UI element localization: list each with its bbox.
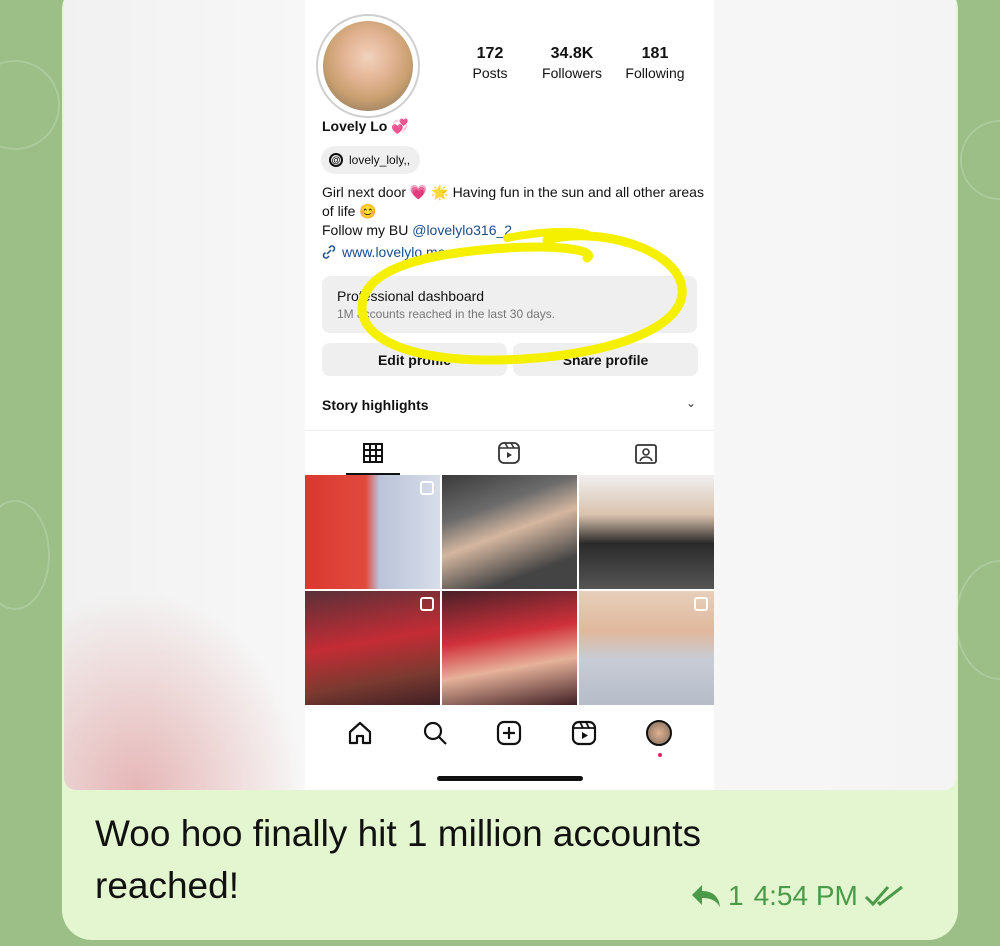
- post-grid: [305, 475, 714, 705]
- tagged-icon: [634, 444, 657, 464]
- background-doodle: [0, 500, 50, 610]
- home-icon: [349, 721, 372, 744]
- stat-label: Following: [625, 65, 685, 81]
- reels-nav-icon: [571, 720, 597, 745]
- instagram-profile-screenshot: 172 Posts 34.8K Followers 181 Following …: [305, 0, 714, 790]
- heart-emoji: 💞: [391, 118, 409, 134]
- post-thumbnail: [305, 475, 440, 589]
- reel-badge-icon: [420, 481, 434, 495]
- profile-name-text: Lovely Lo: [322, 118, 388, 134]
- notification-dot: [657, 752, 662, 757]
- threads-icon: @: [329, 153, 343, 167]
- post-thumbnail: [305, 591, 440, 705]
- reel-badge-icon: [694, 597, 708, 611]
- post-thumbnail: [579, 475, 714, 589]
- profile-bio: Girl next door 💗 🌟 Having fun in the sun…: [322, 183, 707, 240]
- edit-profile-button: Edit profile: [322, 343, 507, 376]
- stat-posts: 172 Posts: [465, 45, 515, 81]
- stat-followers: 34.8K Followers: [537, 45, 607, 81]
- dashboard-subtitle: 1M accounts reached in the last 30 days.: [337, 307, 556, 321]
- screenshot-image[interactable]: 172 Posts 34.8K Followers 181 Following …: [64, 0, 956, 790]
- tab-reels: [441, 431, 577, 475]
- profile-avatar: [316, 14, 420, 118]
- background-doodle: [955, 560, 1000, 680]
- home-indicator: [437, 776, 583, 781]
- tab-tagged: [578, 431, 714, 475]
- reply-count: 1: [728, 880, 744, 911]
- post-thumbnail: [442, 475, 577, 589]
- profile-tabs: [305, 430, 714, 475]
- stat-label: Followers: [542, 65, 602, 81]
- message-meta: 1 4:54 PM: [690, 880, 906, 912]
- photo-blur: [64, 590, 304, 790]
- avatar-photo: [323, 21, 413, 111]
- stat-label: Posts: [472, 65, 508, 81]
- bio-line: Girl next door 💗 🌟 Having fun in the sun…: [322, 184, 704, 219]
- background-doodle: [0, 60, 60, 150]
- story-highlights-label: Story highlights: [322, 397, 429, 413]
- grid-icon: [363, 443, 384, 463]
- background-doodle: [960, 120, 1000, 200]
- stat-value: 172: [476, 45, 504, 62]
- bio-mention: @lovelylo316_2: [412, 222, 513, 238]
- reply-arrow-icon[interactable]: [690, 883, 722, 909]
- tab-grid: [305, 431, 441, 475]
- search-icon: [423, 721, 447, 745]
- bio-line: Follow my BU @lovelylo316_2: [322, 221, 707, 240]
- post-thumbnail: [579, 591, 714, 705]
- threads-badge: @ lovely_loly,,: [321, 146, 421, 174]
- create-post-icon: [497, 720, 522, 745]
- chevron-down-icon: ⌄: [685, 396, 696, 410]
- reel-badge-icon: [420, 597, 434, 611]
- share-profile-button: Share profile: [513, 343, 698, 376]
- bottom-navigation: [305, 705, 714, 760]
- stat-value: 34.8K: [550, 45, 594, 62]
- stat-value: 181: [641, 45, 669, 62]
- message-time: 4:54 PM: [753, 880, 858, 911]
- link-icon: [322, 245, 336, 259]
- profile-link: www.lovelylo.me: [322, 244, 445, 260]
- link-text: www.lovelylo.me: [342, 244, 446, 260]
- professional-dashboard: Professional dashboard 1M accounts reach…: [322, 276, 697, 333]
- post-thumbnail: [442, 591, 577, 705]
- dashboard-title: Professional dashboard: [337, 288, 485, 304]
- double-check-icon: [864, 885, 903, 907]
- profile-name: Lovely Lo 💞: [322, 118, 409, 135]
- profile-nav-avatar: [645, 719, 672, 757]
- bio-text: Follow my BU: [322, 222, 413, 238]
- reels-icon: [498, 442, 521, 464]
- stat-following: 181 Following: [620, 45, 690, 81]
- threads-handle: lovely_loly,,: [349, 153, 411, 167]
